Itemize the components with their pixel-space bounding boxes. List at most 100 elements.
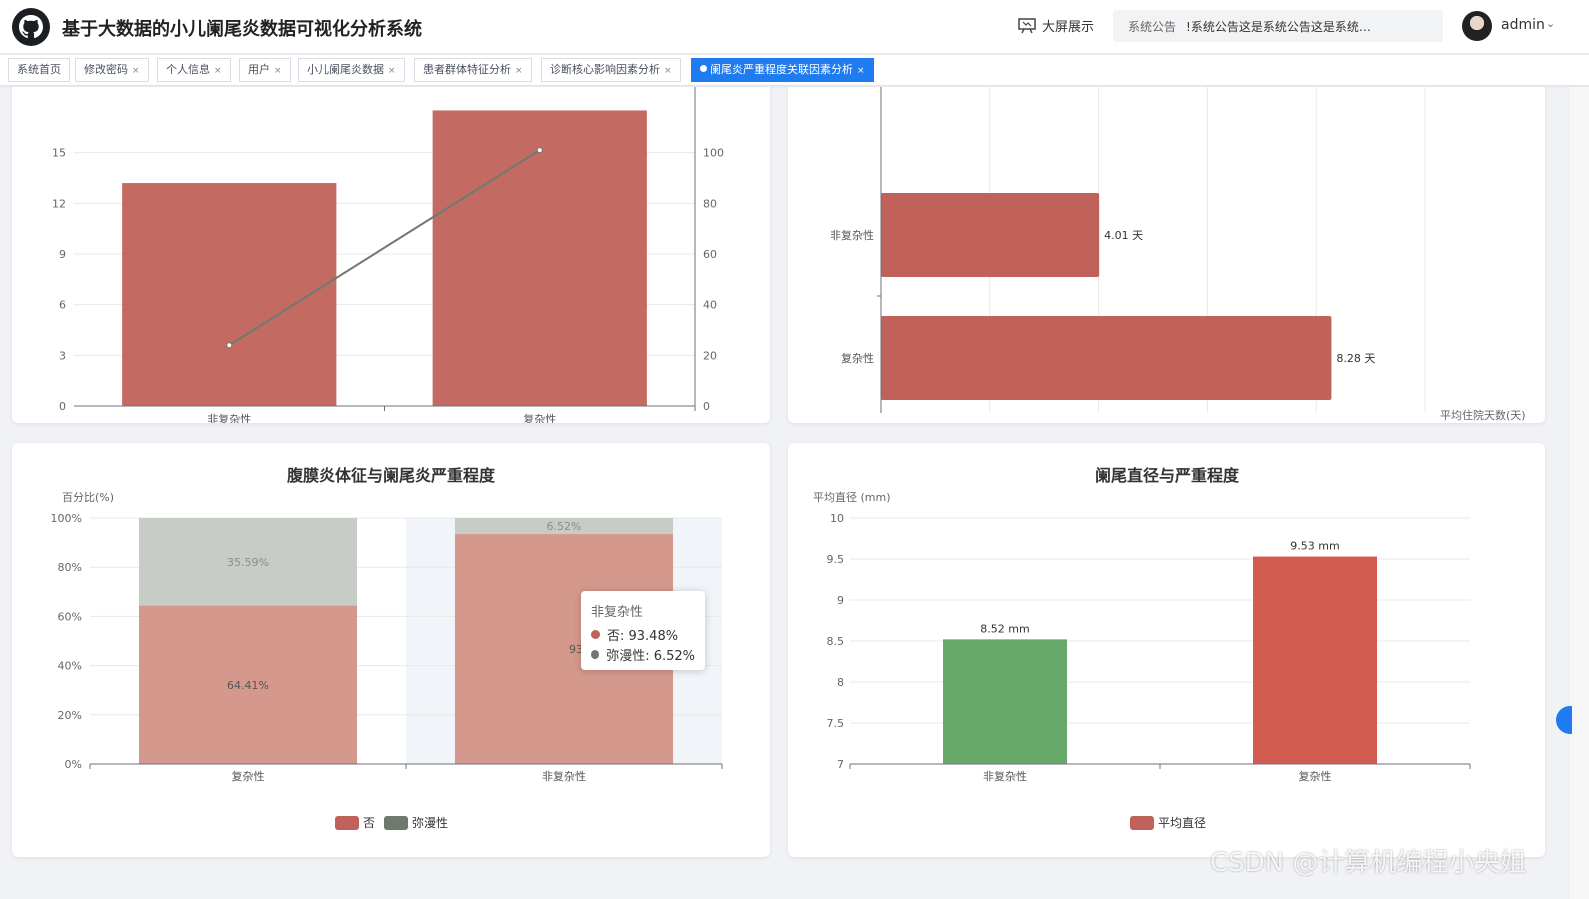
- tab-label: 诊断核心影响因素分析: [550, 63, 660, 76]
- tab-label: 阑尾炎严重程度关联因素分析: [710, 63, 853, 76]
- tooltip-row-text: 否: 93.48%: [607, 628, 679, 644]
- tab-label: 用户: [248, 63, 270, 76]
- y2-tick-label: 0: [703, 400, 710, 413]
- y2-tick-label: 80: [703, 197, 717, 210]
- x-tick-label: 10: [1418, 421, 1432, 423]
- tab-label: 修改密码: [84, 63, 128, 76]
- avatar[interactable]: [1462, 11, 1492, 41]
- wbc-crp-card: 03691215020406080100非复杂性复杂性 平均WBC计数(x10^…: [12, 87, 770, 423]
- close-icon[interactable]: ×: [274, 66, 282, 76]
- line-point-crp: [536, 147, 543, 154]
- y-tick-label: 9: [837, 594, 844, 607]
- data-label: 6.52%: [547, 520, 582, 533]
- tooltip-row: 否: 93.48%: [591, 624, 695, 644]
- y-tick-label: 15: [52, 147, 66, 160]
- bar-stay: [881, 316, 1332, 400]
- data-label: 8.28 天: [1336, 352, 1375, 365]
- x-tick-label: 非复杂性: [207, 412, 251, 423]
- top-header: 基于大数据的小儿阑尾炎数据可视化分析系统 大屏展示 系统公告 !系统公告这是系统…: [0, 0, 1589, 54]
- x-tick-label: 复杂性: [523, 412, 556, 423]
- bar-wbc: [122, 183, 337, 406]
- legend-swatch: [384, 816, 408, 830]
- app-title: 基于大数据的小儿阑尾炎数据可视化分析系统: [62, 19, 422, 40]
- tab-label: 系统首页: [17, 63, 61, 76]
- close-icon[interactable]: ×: [388, 66, 396, 76]
- line-point-crp: [226, 342, 233, 349]
- vertical-scrollbar[interactable]: [1568, 87, 1589, 899]
- github-logo-icon[interactable]: [12, 8, 50, 46]
- x-tick-label: 8: [1313, 421, 1320, 423]
- tab-severity-factor-analysis[interactable]: 阑尾炎严重程度关联因素分析 ×: [691, 58, 874, 82]
- close-icon[interactable]: ×: [857, 66, 865, 76]
- y2-tick-label: 20: [703, 349, 717, 362]
- series-dot-icon: [591, 649, 600, 659]
- tab-change-password[interactable]: 修改密码 ×: [75, 58, 149, 82]
- y-tick-label: 9.5: [827, 553, 845, 566]
- x-tick-label: 复杂性: [1299, 769, 1332, 783]
- bar-diameter: [943, 639, 1067, 764]
- y-tick-label: 7: [837, 758, 844, 771]
- tab-home[interactable]: 系统首页: [8, 58, 70, 82]
- bigscreen-label: 大屏展示: [1042, 20, 1095, 35]
- watermark: CSDN @计算机编程小央姐: [1210, 848, 1527, 878]
- y-tick-label: 12: [52, 197, 66, 210]
- legend-label: 弥漫性: [412, 815, 448, 830]
- data-label: 4.01 天: [1104, 229, 1143, 242]
- x-tick-label: 非复杂性: [542, 769, 586, 783]
- x-tick-label: 6: [1204, 421, 1211, 423]
- tab-label: 个人信息: [166, 63, 210, 76]
- x-tick-label: 非复杂性: [983, 769, 1027, 783]
- close-icon[interactable]: ×: [664, 66, 672, 76]
- legend-label: 平均直径: [1158, 816, 1206, 830]
- notice-label: 系统公告: [1128, 19, 1177, 34]
- chevron-down-icon[interactable]: ⌄: [1546, 17, 1555, 30]
- y-axis-name: 平均直径 (mm): [813, 490, 891, 504]
- tab-label: 小儿阑尾炎数据: [307, 63, 384, 76]
- hospital-stay-card: 4.01 天8.28 天 0246810平均住院天数(天)非复杂性复杂性 平均住…: [788, 87, 1545, 423]
- y-tick-label: 复杂性: [841, 351, 874, 365]
- x-tick-label: 2: [986, 421, 993, 423]
- tags-view: 系统首页 修改密码 × 个人信息 × 用户 × 小儿阑尾炎数据 × 患者群体特征分析 × …: [0, 55, 1589, 86]
- y-tick-label: 3: [59, 349, 66, 362]
- y-tick-label: 10: [830, 512, 844, 525]
- diameter-chart: 阑尾直径与严重程度 平均直径 (mm) 8.52 mm 9.53 mm 7 7.5 8…: [813, 466, 1471, 830]
- series-dot-icon: [591, 629, 600, 639]
- system-notice[interactable]: 系统公告 !系统公告这是系统公告这是系统…: [1113, 10, 1443, 42]
- close-icon[interactable]: ×: [214, 66, 222, 76]
- tab-patient-feature-analysis[interactable]: 患者群体特征分析 ×: [414, 58, 532, 82]
- tooltip-row-text: 弥漫性: 6.52%: [606, 648, 695, 664]
- tab-appendicitis-data[interactable]: 小儿阑尾炎数据 ×: [298, 58, 405, 82]
- y-tick-label: 非复杂性: [830, 228, 874, 242]
- legend-label: 否: [363, 816, 375, 830]
- chart-title: 阑尾直径与严重程度: [1095, 466, 1240, 485]
- tab-personal-info[interactable]: 个人信息 ×: [157, 58, 231, 82]
- chart-title: 腹膜炎体征与阑尾炎严重程度: [287, 466, 496, 485]
- user-name[interactable]: admin: [1501, 17, 1545, 33]
- y-tick-label: 6: [59, 299, 66, 312]
- close-icon[interactable]: ×: [132, 66, 140, 76]
- y-tick-label: 20%: [58, 709, 82, 722]
- tab-diagnosis-factor-analysis[interactable]: 诊断核心影响因素分析 ×: [541, 58, 681, 82]
- chart-tooltip: 非复杂性 否: 93.48% 弥漫性: 6.52%: [581, 591, 705, 670]
- y2-tick-label: 100: [703, 147, 724, 160]
- data-label: 64.41%: [227, 679, 269, 692]
- legend-swatch: [1130, 816, 1154, 830]
- y-tick-label: 40%: [58, 660, 82, 673]
- y2-tick-label: 60: [703, 248, 717, 261]
- notice-text: !系统公告这是系统公告这是系统…: [1186, 19, 1371, 34]
- bigscreen-button[interactable]: 大屏展示: [1018, 16, 1094, 35]
- y-tick-label: 100%: [51, 512, 82, 525]
- y-axis-name: 百分比(%): [62, 491, 114, 504]
- hospital-stay-chart: 4.01 天8.28 天 0246810平均住院天数(天)非复杂性复杂性 平均住…: [830, 87, 1526, 423]
- y-tick-label: 0%: [65, 758, 82, 771]
- y2-tick-label: 40: [703, 299, 717, 312]
- presentation-icon: [1018, 17, 1036, 33]
- y-tick-label: 7.5: [827, 717, 845, 730]
- tab-label: 患者群体特征分析: [423, 63, 511, 76]
- y-tick-label: 9: [59, 248, 66, 261]
- main-content: 03691215020406080100非复杂性复杂性 平均WBC计数(x10^…: [0, 87, 1568, 899]
- tooltip-title: 非复杂性: [591, 605, 644, 620]
- tab-users[interactable]: 用户 ×: [239, 58, 291, 82]
- close-icon[interactable]: ×: [515, 66, 523, 76]
- legend-swatch: [335, 816, 359, 830]
